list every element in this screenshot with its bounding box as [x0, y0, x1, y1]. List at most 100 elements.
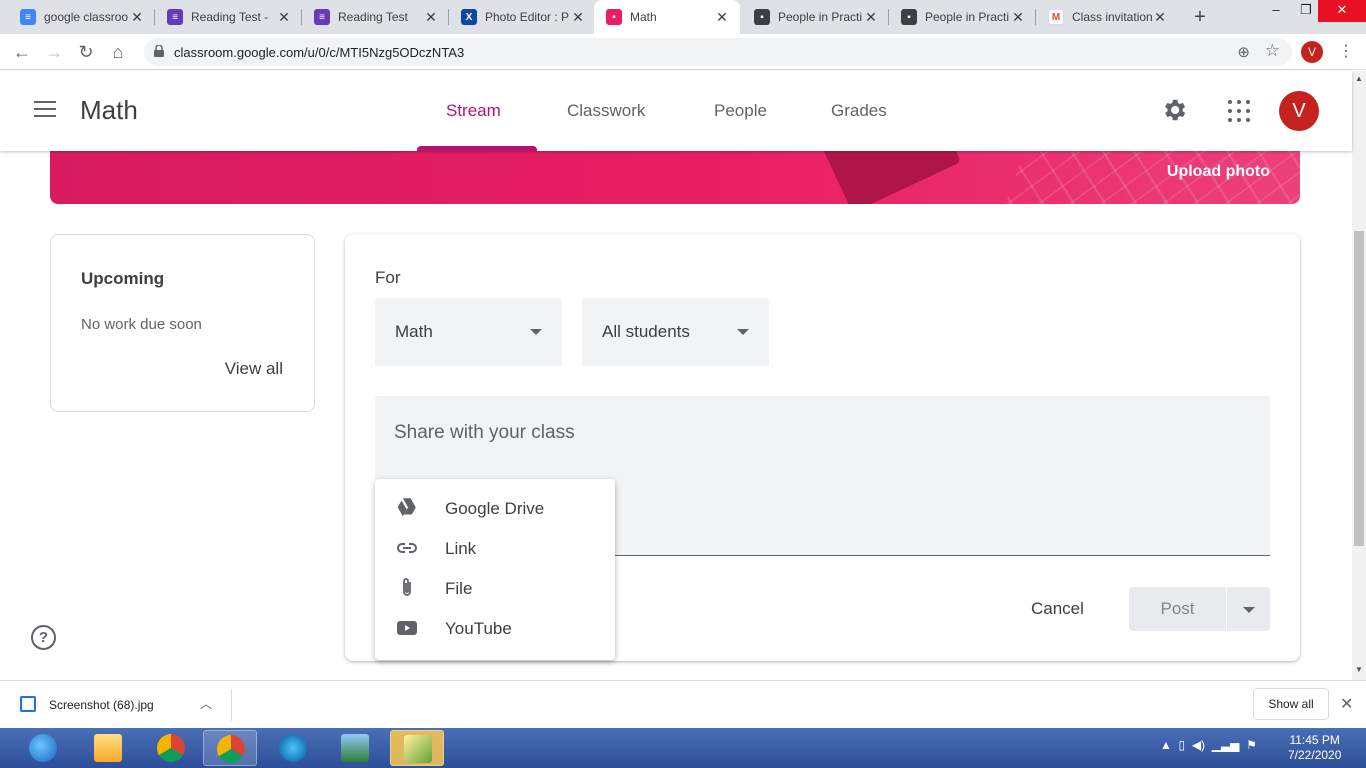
post-options-button[interactable]	[1227, 587, 1270, 631]
post-button[interactable]: Post	[1129, 587, 1226, 631]
window-close-button[interactable]: ✕	[1318, 0, 1366, 22]
dropdown-arrow-icon	[737, 329, 749, 335]
home-button[interactable]: ⌂	[107, 41, 129, 63]
close-tab-icon[interactable]: ✕	[863, 9, 879, 26]
browser-tab-active[interactable]: ▪ Math ✕	[594, 0, 740, 34]
upcoming-status: No work due soon	[81, 316, 202, 333]
omnibox[interactable]: classroom.google.com/u/0/c/MTI5Nzg5ODczN…	[144, 38, 1292, 66]
reload-button[interactable]: ↻	[75, 41, 97, 63]
dropdown-arrow-icon	[530, 329, 542, 335]
chrome-profile-icon	[217, 735, 245, 763]
taskbar-chrome[interactable]	[144, 730, 198, 766]
windows-taskbar: ▲ ▯ ◀) ▁▃▅ ⚑ 11:45 PM 7/22/2020	[0, 728, 1366, 768]
browser-tab[interactable]: X Photo Editor : P ✕	[449, 0, 596, 34]
taskbar-media[interactable]	[266, 730, 320, 766]
forward-button[interactable]: →	[43, 41, 65, 63]
close-tab-icon[interactable]: ✕	[714, 9, 730, 26]
new-tab-button[interactable]: +	[1188, 5, 1212, 29]
tab-classwork[interactable]: Classwork	[567, 101, 645, 121]
zoom-icon[interactable]: ⊕	[1237, 43, 1250, 61]
download-item-name[interactable]: Screenshot (68).jpg	[49, 698, 154, 712]
stream-page: Upload photo Upcoming No work due soon V…	[0, 151, 1352, 680]
browser-tab[interactable]: ≡ Reading Test - ✕	[155, 0, 302, 34]
classroom-icon: ▪	[754, 9, 770, 25]
class-select[interactable]: Math	[375, 298, 562, 366]
minimize-button[interactable]: –	[1260, 0, 1292, 22]
profile-avatar[interactable]: V	[1301, 41, 1323, 63]
banner-illustration	[818, 151, 962, 204]
close-tab-icon[interactable]: ✕	[570, 9, 586, 26]
folder-icon	[94, 734, 122, 762]
taskbar-snipping[interactable]	[390, 730, 444, 766]
system-tray-icons[interactable]: ▲ ▯ ◀) ▁▃▅ ⚑	[1160, 738, 1257, 752]
browser-tab[interactable]: ▪ People in Practi ✕	[742, 0, 889, 34]
attachment-icon	[403, 578, 411, 596]
cancel-button[interactable]: Cancel	[1031, 599, 1084, 619]
clock-date: 7/22/2020	[1288, 748, 1342, 762]
classroom-icon: ▪	[901, 9, 917, 25]
tab-grades[interactable]: Grades	[831, 101, 887, 121]
main-menu-icon[interactable]	[34, 101, 56, 117]
google-apps-icon[interactable]	[1228, 100, 1250, 122]
browser-tab[interactable]: ≡ google classroo ✕	[8, 0, 155, 34]
docs-icon: ≡	[20, 9, 36, 25]
back-button[interactable]: ←	[11, 41, 33, 63]
tab-stream[interactable]: Stream	[446, 101, 501, 121]
help-icon[interactable]: ?	[31, 625, 56, 650]
classroom-icon: ▪	[606, 9, 622, 25]
close-tab-icon[interactable]: ✕	[1010, 9, 1026, 26]
close-tab-icon[interactable]: ✕	[129, 9, 145, 26]
tab-people[interactable]: People	[714, 101, 767, 121]
audience-select[interactable]: All students	[582, 298, 769, 366]
internet-explorer-icon	[29, 734, 57, 762]
gmail-icon: M	[1048, 9, 1064, 25]
dropdown-arrow-icon	[1243, 607, 1255, 613]
gear-icon[interactable]	[1160, 96, 1188, 124]
menu-item-link[interactable]: Link	[375, 528, 615, 568]
close-tab-icon[interactable]: ✕	[276, 9, 292, 26]
close-icon[interactable]: ✕	[1340, 694, 1353, 714]
view-all-link[interactable]: View all	[225, 359, 283, 379]
close-tab-icon[interactable]: ✕	[1152, 9, 1168, 26]
clock-time: 11:45 PM	[1289, 733, 1340, 747]
add-attachment-menu: Google Drive Link File YouTube	[375, 479, 615, 660]
chrome-menu-icon[interactable]: ⋮	[1336, 41, 1356, 63]
browser-tab[interactable]: M Class invitation ✕	[1036, 0, 1178, 34]
page-scrollbar[interactable]: ▲ ▼	[1352, 71, 1366, 680]
upcoming-title: Upcoming	[81, 269, 165, 288]
link-icon	[397, 543, 417, 553]
scroll-up-icon[interactable]: ▲	[1355, 74, 1363, 83]
taskbar-photos[interactable]	[328, 730, 382, 766]
taskbar-ie[interactable]	[16, 730, 70, 766]
scroll-down-icon[interactable]: ▼	[1355, 665, 1363, 674]
close-tab-icon[interactable]: ✕	[423, 9, 439, 26]
menu-item-google-drive[interactable]: Google Drive	[375, 488, 615, 528]
menu-item-youtube[interactable]: YouTube	[375, 608, 615, 648]
system-clock[interactable]: 11:45 PM 7/22/2020	[1288, 733, 1341, 763]
audience-select-value: All students	[602, 322, 690, 341]
scrollbar-thumb[interactable]	[1354, 231, 1364, 546]
taskbar-explorer[interactable]	[81, 730, 135, 766]
divider	[231, 689, 232, 721]
upcoming-card: Upcoming No work due soon View all	[50, 234, 315, 412]
snipping-tool-icon	[404, 735, 432, 763]
browser-tab[interactable]: ≡ Reading Test ✕	[302, 0, 449, 34]
taskbar-chrome-profile[interactable]	[203, 730, 257, 766]
class-title[interactable]: Math	[80, 95, 138, 126]
upload-photo-link[interactable]: Upload photo	[1167, 163, 1270, 181]
image-file-icon	[20, 696, 36, 712]
active-tab-indicator	[417, 146, 537, 151]
show-all-button[interactable]: Show all	[1253, 688, 1329, 720]
url-text[interactable]: classroom.google.com/u/0/c/MTI5Nzg5ODczN…	[174, 45, 464, 60]
bookmark-star-icon[interactable]: ☆	[1265, 41, 1280, 61]
address-bar-row: ← → ↻ ⌂ classroom.google.com/u/0/c/MTI5N…	[0, 34, 1366, 70]
user-avatar[interactable]: V	[1279, 91, 1319, 131]
browser-tab-strip: ≡ google classroo ✕ ≡ Reading Test - ✕ ≡…	[0, 0, 1366, 34]
chevron-up-icon[interactable]: ︿	[200, 695, 212, 712]
browser-tab[interactable]: ▪ People in Practi ✕	[889, 0, 1036, 34]
class-banner: Upload photo	[50, 151, 1300, 204]
chrome-icon	[157, 734, 185, 762]
menu-item-file[interactable]: File	[375, 568, 615, 608]
download-shelf: Screenshot (68).jpg ︿ Show all ✕	[0, 680, 1366, 728]
forms-icon: ≡	[314, 9, 330, 25]
